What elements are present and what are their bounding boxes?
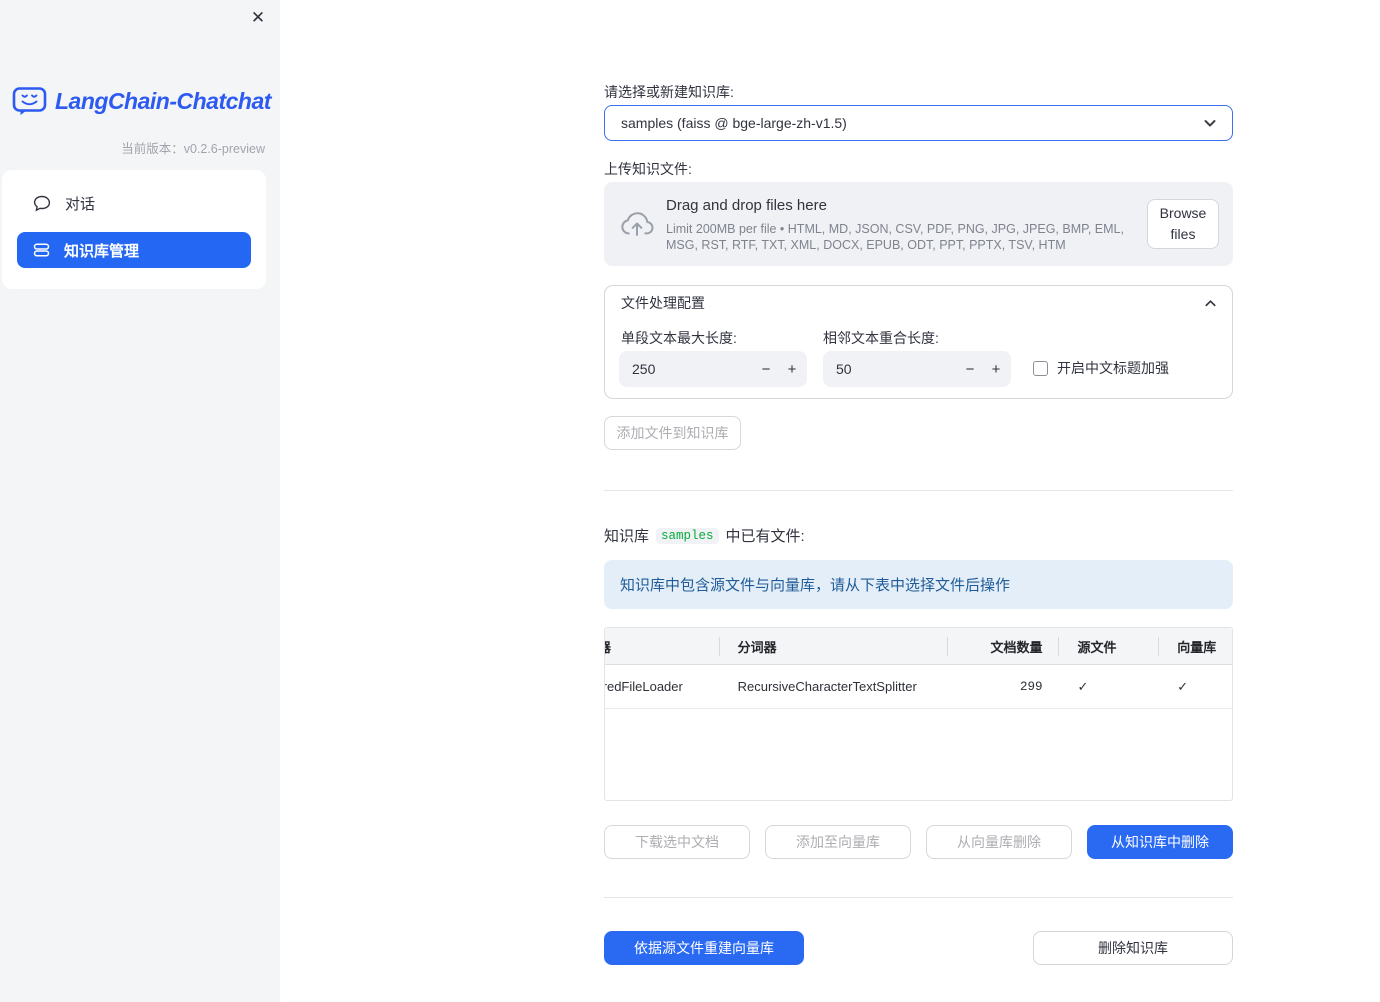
divider (604, 897, 1233, 898)
sidebar-item-kb-management[interactable]: 知识库管理 (17, 232, 251, 268)
column-separator (1058, 637, 1059, 656)
chunk-size-value: 250 (632, 361, 656, 377)
overlap-size-value: 50 (836, 361, 852, 377)
kb-selectbox[interactable]: samples (faiss @ bge-large-zh-v1.5) (604, 105, 1233, 141)
browse-files-button[interactable]: Browse files (1147, 199, 1219, 249)
decrement-button[interactable]: − (753, 351, 779, 387)
delete-from-vector-button[interactable]: 从向量库删除 (926, 825, 1072, 859)
overlap-size-input[interactable]: 50 − + (823, 351, 1011, 387)
decrement-button[interactable]: − (957, 351, 983, 387)
column-header-doc-count[interactable]: 文档数量 (946, 637, 1057, 656)
cell-doc-count: 299 (1019, 679, 1043, 694)
sidebar-close-icon[interactable]: ✕ (246, 6, 270, 30)
kb-name-code: samples (656, 527, 719, 544)
expander-title: 文件处理配置 (621, 295, 705, 311)
column-separator (947, 637, 948, 656)
chat-bubble-icon (33, 195, 51, 212)
cell-vector-check: ✓ (1177, 678, 1189, 694)
column-header-splitter[interactable]: 分词器 (719, 637, 946, 656)
cell-loader-clipped: UnstructuredFileLoader (605, 679, 683, 694)
info-banner: 知识库中包含源文件与向量库，请从下表中选择文件后操作 (604, 560, 1233, 609)
existing-files-line: 知识库 samples 中已有文件: (604, 525, 805, 546)
chevron-down-icon (1202, 115, 1218, 131)
table-row[interactable]: UnstructuredFileLoader RecursiveCharacte… (605, 665, 1232, 709)
column-header-loader-clipped[interactable]: 文档加载器 (605, 637, 719, 656)
cell-source-check: ✓ (1077, 678, 1089, 694)
version-value: v0.2.6-preview (183, 142, 265, 156)
main-content: 请选择或新建知识库: samples (faiss @ bge-large-zh… (604, 0, 1233, 1002)
chunk-size-input[interactable]: 250 − + (619, 351, 807, 387)
divider (604, 490, 1233, 491)
checkbox-unchecked[interactable] (1033, 360, 1048, 376)
kb-select-label: 请选择或新建知识库: (604, 84, 734, 100)
expander-header[interactable]: 文件处理配置 (605, 286, 1232, 320)
overlap-size-label: 相邻文本重合长度: (823, 330, 939, 346)
zh-title-enhance-checkbox-row[interactable]: 开启中文标题加强 (1033, 358, 1169, 378)
kb-files-table: 文档加载器 分词器 文档数量 源文件 向量库 UnstructuredFileL… (604, 627, 1233, 801)
app-root: ✕ LangChain-Chatchat 当前版本：v0.2.6-preview (0, 0, 1380, 1002)
logo-text: LangChain-Chatchat (55, 88, 271, 114)
rebuild-vector-store-button[interactable]: 依据源文件重建向量库 (604, 931, 804, 965)
checkbox-label: 开启中文标题加强 (1057, 360, 1169, 376)
sidebar-menu: 对话 知识库管理 (2, 170, 266, 289)
sidebar-item-label: 对话 (65, 195, 96, 213)
file-config-expander: 文件处理配置 单段文本最大长度: 相邻文本重合长度: 250 − + 50 − … (604, 285, 1233, 399)
sidebar-item-label: 知识库管理 (64, 242, 140, 260)
version-label: 当前版本： (121, 142, 184, 156)
column-header-source-file[interactable]: 源文件 (1057, 637, 1157, 656)
sidebar-item-dialogue[interactable]: 对话 (17, 186, 251, 220)
download-selected-button[interactable]: 下载选中文档 (604, 825, 750, 859)
cloud-upload-icon (620, 210, 654, 237)
chunk-size-label: 单段文本最大长度: (621, 330, 737, 346)
dropzone-title: Drag and drop files here (666, 197, 827, 214)
delete-kb-button[interactable]: 删除知识库 (1033, 931, 1233, 965)
file-action-buttons: 下载选中文档 添加至向量库 从向量库删除 从知识库中删除 (604, 825, 1233, 859)
version-line: 当前版本：v0.2.6-preview (121, 138, 265, 157)
increment-button[interactable]: + (983, 351, 1009, 387)
kb-stack-icon (33, 242, 50, 258)
existing-files-suffix: 中已有文件: (725, 528, 805, 545)
existing-files-prefix: 知识库 (604, 528, 650, 545)
file-dropzone[interactable]: Drag and drop files here Limit 200MB per… (604, 182, 1233, 266)
logo-chat-icon (12, 86, 48, 117)
logo: LangChain-Chatchat (12, 86, 271, 117)
column-separator (1158, 637, 1159, 656)
dropzone-limit-text: Limit 200MB per file • HTML, MD, JSON, C… (666, 222, 1124, 252)
chevron-up-icon (1203, 296, 1218, 311)
upload-label: 上传知识文件: (604, 161, 692, 177)
column-header-vector-store[interactable]: 向量库 (1156, 637, 1232, 656)
increment-button[interactable]: + (779, 351, 805, 387)
table-header-row: 文档加载器 分词器 文档数量 源文件 向量库 (605, 628, 1232, 665)
cell-splitter: RecursiveCharacterTextSplitter (737, 679, 917, 694)
add-to-vector-button[interactable]: 添加至向量库 (765, 825, 911, 859)
add-files-to-kb-button[interactable]: 添加文件到知识库 (604, 416, 741, 450)
column-separator (719, 637, 720, 656)
sidebar: ✕ LangChain-Chatchat 当前版本：v0.2.6-preview (0, 0, 280, 1002)
delete-from-kb-button[interactable]: 从知识库中删除 (1087, 825, 1233, 859)
kb-selectbox-value: samples (faiss @ bge-large-zh-v1.5) (621, 115, 847, 131)
